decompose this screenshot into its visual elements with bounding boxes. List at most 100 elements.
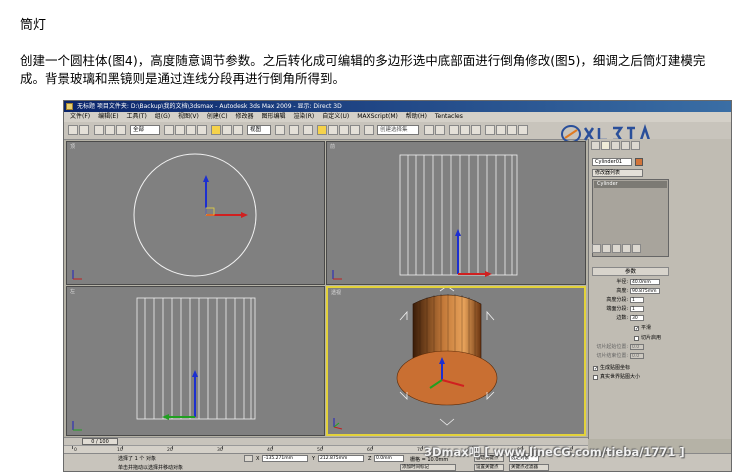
viewport-top[interactable]: 顶 <box>66 141 325 285</box>
menu-maxscript[interactable]: MAXScript(M) <box>357 112 398 122</box>
real-world-map-row[interactable]: 真实世界贴图大小 <box>593 374 673 381</box>
max-window: 无标题 项目文件夹: D:\Backup\我的文档\3dsmax - Autod… <box>63 100 732 472</box>
select-move-icon[interactable] <box>211 125 221 135</box>
modifier-list-dropdown[interactable]: 修改器列表 <box>592 169 643 177</box>
y-label: Y <box>312 456 316 462</box>
left-view-scene <box>72 297 256 431</box>
render-setup-icon[interactable] <box>496 125 506 135</box>
viewport-perspective[interactable]: 透视 <box>326 286 586 436</box>
selection-filter-dropdown[interactable]: 全部 <box>130 125 160 135</box>
app-icon <box>66 103 73 110</box>
smooth-label: 平滑 <box>641 325 652 331</box>
material-editor-icon[interactable] <box>485 125 495 135</box>
select-manipulate-icon[interactable] <box>289 125 299 135</box>
show-end-result-icon[interactable] <box>602 244 611 253</box>
link-icon[interactable] <box>94 125 104 135</box>
gizmo-z-arrow <box>192 370 198 377</box>
gen-map-coords-checkbox[interactable]: ✓ <box>593 366 598 372</box>
param-height: 高度: 90.875mm <box>592 288 672 295</box>
x-label: X <box>256 456 260 462</box>
curve-editor-icon[interactable] <box>460 125 470 135</box>
rect-region-icon[interactable] <box>186 125 196 135</box>
tick-mark <box>72 446 73 449</box>
slice-on-checkbox-row[interactable]: 切片启用 <box>634 335 714 342</box>
remove-modifier-icon[interactable] <box>622 244 631 253</box>
hierarchy-tab-icon[interactable] <box>611 141 620 150</box>
param-height-field[interactable]: 90.875mm <box>630 288 660 294</box>
menu-create[interactable]: 创建(C) <box>207 112 228 122</box>
menu-edit[interactable]: 编辑(E) <box>98 112 118 122</box>
reference-coord-dropdown[interactable]: 视图 <box>247 125 271 135</box>
create-tab-icon[interactable] <box>591 141 600 150</box>
param-slice-from: 切片起始位置: 0.0 <box>592 344 672 351</box>
mirror-icon[interactable] <box>424 125 434 135</box>
display-tab-icon[interactable] <box>631 141 640 150</box>
unlink-icon[interactable] <box>105 125 115 135</box>
z-coord-field[interactable]: 0.0mm <box>374 455 404 462</box>
object-color-swatch[interactable] <box>635 158 643 166</box>
edit-named-selection-icon[interactable] <box>364 125 374 135</box>
menu-tentacles[interactable]: Tentacles <box>435 112 463 122</box>
stack-item-cylinder[interactable]: Cylinder <box>594 181 667 188</box>
x-coord-field[interactable]: -135.271mm <box>262 455 308 462</box>
render-frame-icon[interactable] <box>507 125 517 135</box>
slice-from-field[interactable]: 0.0 <box>630 344 644 350</box>
configure-sets-icon[interactable] <box>632 244 641 253</box>
parameters-rollout-header[interactable]: 参数 <box>592 267 669 276</box>
pivot-center-icon[interactable] <box>275 125 285 135</box>
select-object-icon[interactable] <box>164 125 174 135</box>
select-by-name-icon[interactable] <box>175 125 185 135</box>
make-unique-icon[interactable] <box>612 244 621 253</box>
select-rotate-icon[interactable] <box>222 125 232 135</box>
smooth-checkbox[interactable]: ✓ <box>634 326 639 332</box>
object-name-field[interactable]: Cylinder01 <box>592 158 632 166</box>
smooth-checkbox-row[interactable]: ✓ 平滑 <box>634 325 714 332</box>
gizmo-x-arrow <box>485 271 492 277</box>
motion-tab-icon[interactable] <box>621 141 630 150</box>
slice-to-field[interactable]: 0.0 <box>630 353 644 359</box>
menu-file[interactable]: 文件(F) <box>70 112 90 122</box>
menu-group[interactable]: 组(G) <box>155 112 170 122</box>
viewport-left[interactable]: 左 <box>66 286 325 436</box>
menu-customize[interactable]: 自定义(U) <box>322 112 349 122</box>
menu-tools[interactable]: 工具(T) <box>126 112 146 122</box>
gen-map-coords-row[interactable]: ✓ 生成贴图坐标 <box>593 365 673 372</box>
named-selection-field[interactable]: 创建选择集 <box>377 125 419 135</box>
redo-icon[interactable] <box>79 125 89 135</box>
menu-help[interactable]: 帮助(H) <box>406 112 427 122</box>
menu-views[interactable]: 视图(V) <box>178 112 199 122</box>
modify-tab-icon[interactable] <box>601 141 610 150</box>
param-label: 切片起始位置: <box>596 344 628 350</box>
viewport-front[interactable]: 前 <box>326 141 586 285</box>
slice-on-checkbox[interactable] <box>634 336 639 341</box>
front-view-scene <box>332 154 518 280</box>
gizmo-plane <box>205 207 215 216</box>
schematic-view-icon[interactable] <box>471 125 481 135</box>
param-radius-field[interactable]: 40.0mm <box>630 279 660 285</box>
snap-toggle-icon[interactable] <box>317 125 327 135</box>
angle-snap-icon[interactable] <box>328 125 338 135</box>
align-icon[interactable] <box>435 125 445 135</box>
param-cap-segments-field[interactable]: 1 <box>630 306 644 312</box>
keyboard-shortcut-icon[interactable] <box>303 125 313 135</box>
undo-icon[interactable] <box>68 125 78 135</box>
quick-render-icon[interactable] <box>518 125 528 135</box>
param-label: 边数: <box>616 315 628 321</box>
real-world-map-checkbox[interactable] <box>593 375 598 380</box>
pin-stack-icon[interactable] <box>592 244 601 253</box>
menu-graph-editors[interactable]: 图形编辑 <box>261 112 285 122</box>
y-coord-field[interactable]: 212.875mm <box>318 455 364 462</box>
time-slider-thumb[interactable]: 0 / 100 <box>82 438 118 445</box>
window-crossing-icon[interactable] <box>197 125 207 135</box>
menu-rendering[interactable]: 渲染(R) <box>293 112 314 122</box>
param-height-segments-field[interactable]: 1 <box>630 297 644 303</box>
menu-modifiers[interactable]: 修改器 <box>236 112 254 122</box>
command-panel: Cylinder01 修改器列表 Cylinder 参数 半径: 40.0mm … <box>588 139 731 439</box>
percent-snap-icon[interactable] <box>339 125 349 135</box>
spinner-snap-icon[interactable] <box>350 125 360 135</box>
select-scale-icon[interactable] <box>233 125 243 135</box>
layer-manager-icon[interactable] <box>449 125 459 135</box>
lock-selection-icon[interactable] <box>244 455 253 462</box>
bind-spacewarp-icon[interactable] <box>116 125 126 135</box>
param-sides-field[interactable]: 30 <box>630 315 644 321</box>
